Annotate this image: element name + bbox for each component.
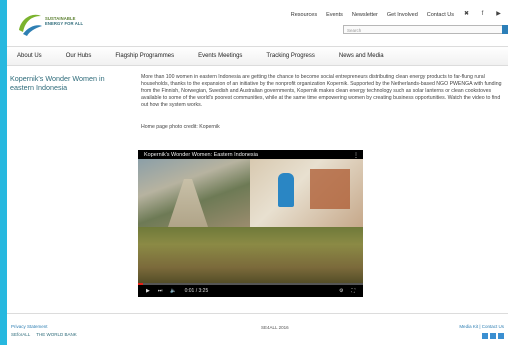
volume-icon[interactable]: 🔈 [170, 288, 176, 294]
video-frame-top [138, 159, 363, 227]
video-controls: ▶ ⏭ 🔈 0:01 / 3:25 ⚙ ⛶ [138, 285, 363, 297]
fullscreen-icon[interactable]: ⛶ [351, 288, 355, 294]
footer-twitter-icon[interactable] [490, 333, 496, 339]
video-share-icon[interactable]: ⋮ [353, 152, 359, 159]
footer-privacy-link[interactable]: Privacy Statement [11, 324, 48, 329]
video-title: Kopernik's Wonder Women: Eastern Indones… [144, 152, 258, 158]
seforall-logo[interactable]: SEforALL [11, 332, 30, 337]
topnav-contact[interactable]: Contact Us [427, 12, 454, 18]
video-shop-scene [250, 159, 363, 227]
nav-our-hubs[interactable]: Our Hubs [54, 53, 104, 59]
logo-line2: ENERGY FOR ALL [45, 21, 84, 26]
main-nav: About Us Our Hubs Flagship Programmes Ev… [7, 46, 508, 66]
footer-right-links[interactable]: Media Kit | Contact Us [459, 324, 504, 329]
settings-icon[interactable]: ⚙ [339, 288, 343, 294]
footer: Privacy Statement SEforALL THE WORLD BAN… [7, 313, 508, 345]
footer-logos: SEforALL THE WORLD BANK [11, 332, 77, 337]
footer-copyright: SE4ALL 2016 [261, 325, 289, 330]
topnav-resources[interactable]: Resources [291, 12, 317, 18]
video-field-scene [138, 227, 363, 285]
nav-tracking-progress[interactable]: Tracking Progress [254, 53, 326, 59]
topnav-events[interactable]: Events [326, 12, 343, 18]
twitter-icon[interactable]: ✖ [463, 11, 470, 18]
header: SUSTAINABLE ENERGY FOR ALL Resources Eve… [7, 0, 508, 40]
footer-email-icon[interactable] [498, 333, 504, 339]
article-title: Kopernik's Wonder Women in eastern Indon… [10, 74, 105, 92]
play-icon[interactable]: ▶ [146, 288, 150, 294]
footer-facebook-icon[interactable] [482, 333, 488, 339]
facebook-icon[interactable]: f [479, 11, 486, 18]
skip-icon[interactable]: ⏭ [158, 288, 163, 294]
photo-credit: Home page photo credit: Kopernik [141, 124, 220, 130]
footer-social-icons [482, 333, 504, 339]
nav-news-media[interactable]: News and Media [327, 53, 396, 59]
logo-swirl-icon [19, 14, 42, 36]
video-road-scene [138, 159, 250, 227]
video-player[interactable]: Kopernik's Wonder Women: Eastern Indones… [138, 150, 363, 297]
nav-about-us[interactable]: About Us [7, 53, 54, 59]
search-input[interactable]: Search [343, 25, 508, 34]
world-bank-logo[interactable]: THE WORLD BANK [36, 332, 77, 337]
topnav-get-involved[interactable]: Get Involved [387, 12, 418, 18]
site-logo[interactable]: SUSTAINABLE ENERGY FOR ALL [15, 8, 95, 38]
article-body: More than 100 women in eastern Indonesia… [141, 74, 502, 108]
logo-text: SUSTAINABLE ENERGY FOR ALL [45, 16, 83, 26]
top-nav: Resources Events Newsletter Get Involved… [291, 11, 502, 18]
youtube-icon[interactable]: ▶ [495, 11, 502, 18]
topnav-newsletter[interactable]: Newsletter [352, 12, 378, 18]
nav-flagship-programmes[interactable]: Flagship Programmes [103, 53, 186, 59]
page: SUSTAINABLE ENERGY FOR ALL Resources Eve… [7, 0, 508, 345]
nav-events-meetings[interactable]: Events Meetings [186, 53, 254, 59]
video-time: 0:01 / 3:25 [184, 288, 209, 294]
search-button[interactable] [502, 25, 508, 34]
